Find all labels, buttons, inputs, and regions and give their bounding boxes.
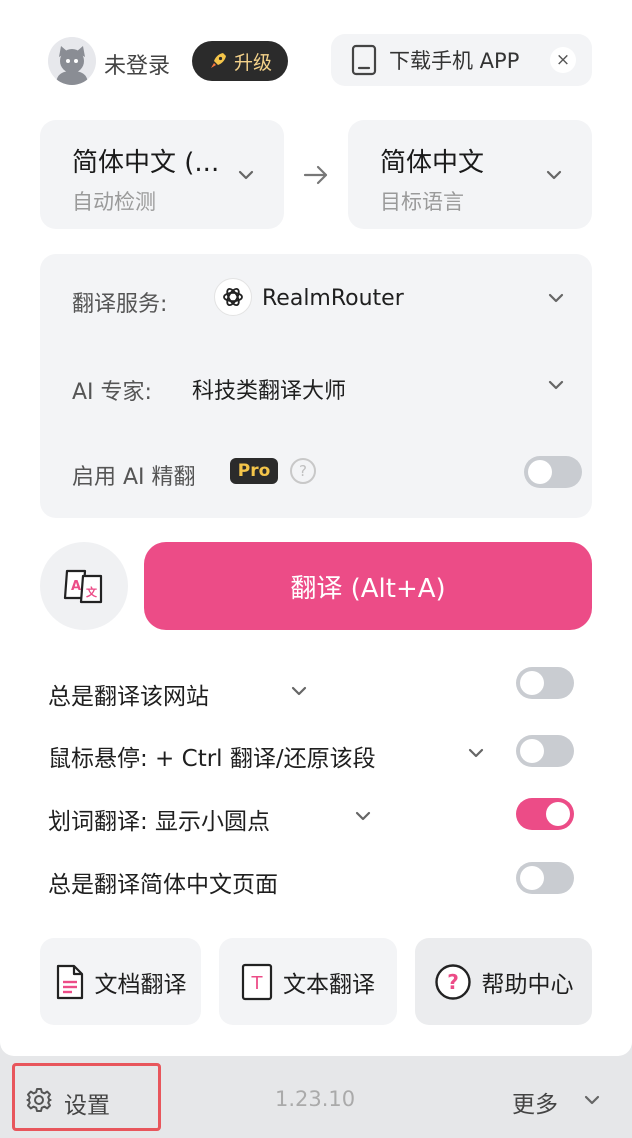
chevron-down-icon[interactable] xyxy=(546,375,566,395)
upgrade-button[interactable]: 升级 xyxy=(192,41,288,81)
source-language-title: 简体中文 (... xyxy=(72,148,220,178)
service-label: 翻译服务: xyxy=(72,292,168,317)
hover-translate-label: 鼠标悬停: + Ctrl 翻译/还原该段 xyxy=(48,746,376,772)
svg-text:T: T xyxy=(251,973,264,994)
chevron-down-icon[interactable] xyxy=(582,1090,602,1110)
svg-text:文: 文 xyxy=(86,585,98,599)
always-translate-chinese-toggle[interactable] xyxy=(516,862,574,894)
selection-translate-label: 划词翻译: 显示小圆点 xyxy=(48,809,271,835)
chevron-down-icon xyxy=(238,170,254,180)
target-language-select[interactable]: 简体中文 目标语言 xyxy=(348,120,592,229)
help-center-button[interactable]: ? 帮助中心 xyxy=(415,938,592,1025)
document-translate-button[interactable]: 文档翻译 xyxy=(40,938,201,1025)
version-label: 1.23.10 xyxy=(275,1087,356,1111)
chevron-down-icon[interactable] xyxy=(546,288,566,308)
chevron-down-icon[interactable] xyxy=(289,681,309,701)
ai-expert-select[interactable]: 科技类翻译大师 xyxy=(192,373,346,405)
settings-button[interactable]: 设置 xyxy=(64,1086,110,1120)
ai-refine-toggle[interactable] xyxy=(524,456,582,488)
selection-translate-toggle[interactable] xyxy=(516,798,574,830)
help-icon: ? xyxy=(434,963,471,1000)
always-translate-site-label: 总是翻译该网站 xyxy=(48,684,209,710)
target-language-subtitle: 目标语言 xyxy=(380,190,464,214)
toggle-knob xyxy=(520,739,544,763)
upgrade-label: 升级 xyxy=(233,51,272,74)
always-translate-site-toggle[interactable] xyxy=(516,667,574,699)
ai-refine-label: 启用 AI 精翻 xyxy=(72,465,196,490)
svg-text:A: A xyxy=(71,579,81,594)
text-translate-button[interactable]: T 文本翻译 xyxy=(219,938,397,1025)
target-language-title: 简体中文 xyxy=(380,148,485,178)
translate-icon: A 文 xyxy=(63,569,103,604)
hover-translate-toggle[interactable] xyxy=(516,735,574,767)
help-circle-icon[interactable]: ? xyxy=(290,458,316,484)
close-icon[interactable]: × xyxy=(550,47,576,73)
pro-badge: Pro xyxy=(230,458,278,484)
source-language-select[interactable]: 简体中文 (... 自动检测 xyxy=(40,120,284,229)
user-name[interactable]: 未登录 xyxy=(104,48,170,80)
chevron-down-icon[interactable] xyxy=(466,743,486,763)
document-icon xyxy=(56,964,83,999)
arrow-right-icon xyxy=(303,165,328,185)
gear-icon[interactable] xyxy=(26,1087,52,1113)
service-select[interactable]: RealmRouter xyxy=(262,286,404,311)
more-button[interactable]: 更多 xyxy=(512,1085,558,1119)
help-center-label: 帮助中心 xyxy=(481,971,574,998)
translate-button[interactable]: 翻译 (Alt+A) xyxy=(144,542,592,630)
chevron-down-icon[interactable] xyxy=(353,806,373,826)
avatar[interactable] xyxy=(48,37,96,85)
service-logo-icon xyxy=(214,278,252,316)
text-translate-label: 文本翻译 xyxy=(283,971,375,998)
openai-knot-icon xyxy=(223,288,243,306)
cat-avatar-icon xyxy=(48,37,96,85)
ai-expert-label: AI 专家: xyxy=(72,380,152,405)
download-app-label: 下载手机 APP xyxy=(389,49,520,73)
toggle-knob xyxy=(528,460,552,484)
phone-icon xyxy=(351,44,377,76)
always-translate-chinese-label: 总是翻译简体中文页面 xyxy=(48,872,278,898)
rocket-icon xyxy=(210,53,226,68)
svg-text:?: ? xyxy=(447,970,459,994)
source-language-subtitle: 自动检测 xyxy=(72,190,156,214)
toggle-knob xyxy=(546,802,570,826)
text-icon: T xyxy=(241,963,273,1000)
toggle-knob xyxy=(520,671,544,695)
toggle-knob xyxy=(520,866,544,890)
download-app-button[interactable]: 下载手机 APP × xyxy=(331,34,592,86)
document-translate-label: 文档翻译 xyxy=(94,971,187,998)
service-settings-card: 翻译服务: RealmRouter AI 专家: 科技类翻译大师 启用 AI 精… xyxy=(40,254,592,518)
translate-mode-button[interactable]: A 文 xyxy=(40,542,128,630)
chevron-down-icon xyxy=(546,170,562,180)
